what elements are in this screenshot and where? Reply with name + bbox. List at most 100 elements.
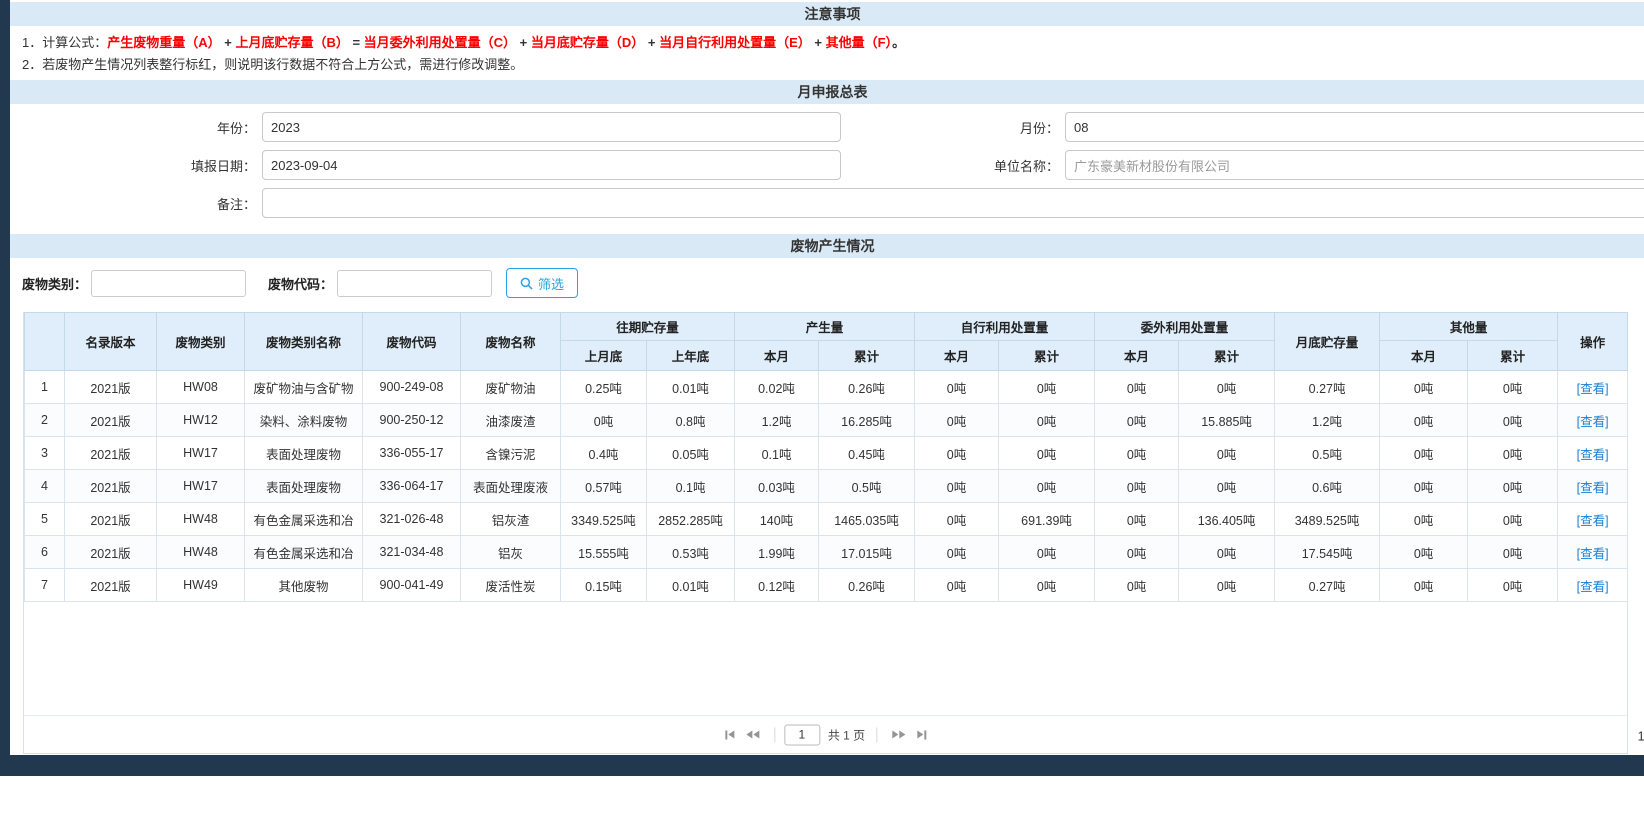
cell: 4: [25, 470, 65, 503]
cell: 有色金属采选和冶: [245, 503, 363, 536]
search-icon: [520, 277, 533, 290]
last-page-button[interactable]: [911, 730, 932, 739]
cell: 0吨: [1380, 536, 1468, 569]
company-input[interactable]: [1065, 150, 1644, 180]
col-group-self-disposal: 自行利用处置量: [915, 313, 1095, 341]
cell: 1465.035吨: [819, 503, 915, 536]
content: 注意事项 1．计算公式：产生废物重量（A） + 上月底贮存量（B） = 当月委外…: [10, 2, 1644, 754]
cell: 0吨: [999, 371, 1095, 404]
cell: 0.8吨: [647, 404, 735, 437]
waste-category-label: 废物类别：: [22, 274, 87, 293]
cell: 0吨: [1179, 536, 1275, 569]
page-input[interactable]: [784, 724, 820, 745]
col-group-prev-storage: 往期贮存量: [561, 313, 735, 341]
cell: HW12: [157, 404, 245, 437]
view-link[interactable]: [查看]: [1577, 481, 1609, 495]
cell: 0吨: [1380, 503, 1468, 536]
cell: 900-249-08: [363, 371, 461, 404]
cell: 0吨: [1468, 569, 1558, 602]
action-cell: [查看]: [1558, 437, 1628, 470]
view-link[interactable]: [查看]: [1577, 547, 1609, 561]
next-page-button[interactable]: [886, 731, 911, 739]
col-header-out-this-month: 本月: [1095, 341, 1179, 371]
cell: 0.53吨: [647, 536, 735, 569]
col-header-row-number: [25, 313, 65, 371]
cell: 0.12吨: [735, 569, 819, 602]
cell: 900-041-49: [363, 569, 461, 602]
cell: 0吨: [1179, 437, 1275, 470]
cell: 油漆废渣: [461, 404, 561, 437]
view-link[interactable]: [查看]: [1577, 448, 1609, 462]
col-header-category-name: 废物类别名称: [245, 313, 363, 371]
cell: 2852.285吨: [647, 503, 735, 536]
report-form: 年份： 月份： 填报日期： 单位名称：: [10, 104, 1644, 234]
waste-category-input[interactable]: [91, 270, 246, 297]
cell: 0.01吨: [647, 569, 735, 602]
cell: 0吨: [1468, 503, 1558, 536]
month-input[interactable]: [1065, 112, 1644, 142]
cell: 0.05吨: [647, 437, 735, 470]
cell: 0.26吨: [819, 371, 915, 404]
cell: 3349.525吨: [561, 503, 647, 536]
cell: 0.01吨: [647, 371, 735, 404]
cell: 900-250-12: [363, 404, 461, 437]
cell: 0.26吨: [819, 569, 915, 602]
cell: 16.285吨: [819, 404, 915, 437]
action-cell: [查看]: [1558, 371, 1628, 404]
year-input[interactable]: [262, 112, 841, 142]
record-range-label: 1 - 7 共 7: [1638, 725, 1644, 744]
prev-page-button[interactable]: [740, 731, 765, 739]
cell: 表面处理废物: [245, 437, 363, 470]
cell: 1.99吨: [735, 536, 819, 569]
cell: HW49: [157, 569, 245, 602]
remark-input[interactable]: [262, 188, 1644, 218]
company-label: 单位名称：: [855, 156, 1065, 175]
cell: 2021版: [65, 404, 157, 437]
cell: 废矿物油与含矿物: [245, 371, 363, 404]
cell: 0.5吨: [1275, 437, 1380, 470]
table-row: 62021版HW48有色金属采选和冶321-034-48铝灰15.555吨0.5…: [25, 536, 1628, 569]
cell: 废活性炭: [461, 569, 561, 602]
action-cell: [查看]: [1558, 503, 1628, 536]
view-link[interactable]: [查看]: [1577, 514, 1609, 528]
cell: 0吨: [915, 404, 999, 437]
cell: 0.6吨: [1275, 470, 1380, 503]
pager-divider: [876, 727, 877, 742]
fill-date-input[interactable]: [262, 150, 841, 180]
cell: 铝灰: [461, 536, 561, 569]
formula-term: 产生废物重量（A）: [107, 35, 220, 50]
cell: 2021版: [65, 470, 157, 503]
cell: 0.5吨: [819, 470, 915, 503]
cell: 0.1吨: [735, 437, 819, 470]
first-page-button[interactable]: [719, 730, 740, 739]
cell: 0.4吨: [561, 437, 647, 470]
formula-term: 当月委外利用处置量（C）: [364, 35, 516, 50]
cell: 136.405吨: [1179, 503, 1275, 536]
cell: 0.27吨: [1275, 371, 1380, 404]
cell: 0吨: [915, 437, 999, 470]
filter-button[interactable]: 筛选: [506, 268, 578, 298]
view-link[interactable]: [查看]: [1577, 415, 1609, 429]
formula-period: 。: [892, 35, 905, 50]
cell: 6: [25, 536, 65, 569]
view-link[interactable]: [查看]: [1577, 580, 1609, 594]
view-link[interactable]: [查看]: [1577, 382, 1609, 396]
left-frame-bar: [0, 0, 10, 755]
month-label: 月份：: [855, 118, 1065, 137]
col-group-other: 其他量: [1380, 313, 1558, 341]
col-header-other-total: 累计: [1468, 341, 1558, 371]
cell: HW48: [157, 536, 245, 569]
cell: 2021版: [65, 371, 157, 404]
cell: 0吨: [1095, 536, 1179, 569]
col-header-code: 废物代码: [363, 313, 461, 371]
waste-code-input[interactable]: [337, 270, 492, 297]
year-label: 年份：: [10, 118, 262, 137]
cell: 0吨: [1095, 437, 1179, 470]
col-header-month-end-storage: 月底贮存量: [1275, 313, 1380, 371]
formula-term: 其他量（F）: [826, 35, 892, 50]
cell: 15.885吨: [1179, 404, 1275, 437]
cell: 0吨: [561, 404, 647, 437]
filter-bar: 废物类别： 废物代码： 筛选: [10, 258, 1644, 308]
cell: 0吨: [1468, 536, 1558, 569]
cell: 0吨: [1380, 569, 1468, 602]
